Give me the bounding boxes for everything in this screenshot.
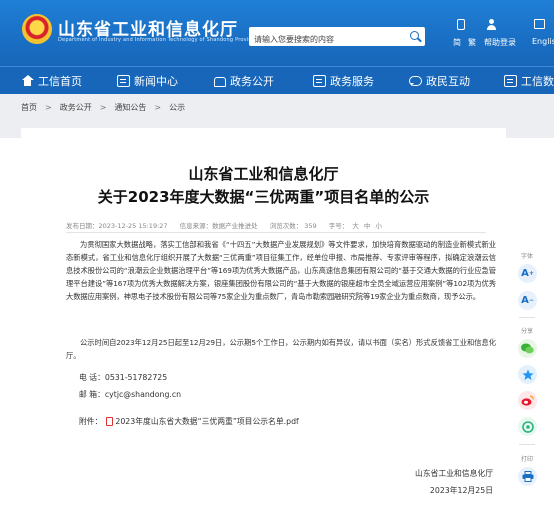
share-label: 分享: [520, 328, 533, 335]
nav-label: 政务公开: [230, 75, 274, 88]
font-size-small[interactable]: 小: [376, 222, 383, 230]
font-increase-button[interactable]: A +: [518, 264, 537, 283]
article-meta: 发布日期：2023-12-25 15:19:27 信息来源：数据产业推进处 浏览…: [66, 220, 392, 230]
font-size-label: 字号：: [328, 222, 349, 230]
breadcrumb-separator: >: [99, 103, 107, 112]
nav-news[interactable]: 新闻中心: [117, 67, 178, 95]
breadcrumb-separator: >: [154, 103, 162, 112]
font-decrease-icon: A: [521, 295, 529, 306]
weibo-share-button[interactable]: [518, 391, 537, 410]
qzone-share-button[interactable]: [518, 365, 537, 384]
print-label: 打印: [520, 456, 533, 463]
search-input[interactable]: [249, 30, 399, 49]
data-icon: [504, 75, 517, 87]
nav-label: 工信数: [521, 75, 554, 88]
pdf-icon: [106, 417, 114, 426]
nav-government-affairs[interactable]: 政务公开: [213, 67, 274, 95]
traditional-link[interactable]: 繁: [468, 37, 476, 48]
site-subtitle: Department of Industry and Information T…: [58, 37, 258, 43]
article-title-line2: 关于2023年度大数据“三优两重”项目名单的公示: [97, 188, 430, 206]
printer-icon: [522, 471, 533, 482]
site-header: 山东省工业和信息化厅 Department of Industry and In…: [0, 0, 554, 66]
nav-home[interactable]: 工信首页: [21, 67, 82, 95]
publish-date: 发布日期：2023-12-25 15:19:27: [66, 222, 168, 230]
article-paragraph: 公示时间自2023年12月25日起至12月29日，公示期5个工作日，公示期内如有…: [66, 338, 496, 360]
contact-phone: 电 话：0531-51782725: [79, 373, 168, 382]
mobile-icon[interactable]: [457, 19, 465, 30]
main-nav: 工信首页 新闻中心 政务公开 政务服务 政民互动 工信数: [0, 66, 554, 94]
font-size-medium[interactable]: 中: [364, 222, 371, 230]
affairs-icon: [213, 75, 226, 87]
font-decrease-button[interactable]: A −: [518, 291, 537, 310]
attachment-link[interactable]: 2023年度山东省大数据“三优两重”项目公示名单.pdf: [115, 416, 298, 427]
english-icon[interactable]: [534, 19, 545, 29]
news-icon: [117, 75, 130, 87]
top-links: 简 繁 帮助登录 English: [448, 15, 554, 55]
wechat-icon: [521, 343, 534, 354]
contact-email: 邮 箱：cytjc@shandong.cn: [79, 390, 182, 399]
signature-org: 山东省工业和信息化厅: [415, 469, 493, 478]
moments-icon: [521, 420, 534, 433]
nav-interaction[interactable]: 政民互动: [409, 67, 470, 95]
article-paragraph: 为贯彻国家大数据战略，落实工信部和我省《“十四五”大数据产业发展规划》等文件要求…: [66, 240, 496, 301]
info-source: 信息来源：数据产业推进处: [179, 222, 258, 230]
attachment: 附件： 2023年度山东省大数据“三优两重”项目公示名单.pdf: [79, 416, 299, 427]
breadcrumb-notices[interactable]: 通知公告: [114, 102, 146, 113]
qzone-icon: [521, 369, 534, 380]
breadcrumb: 首页 > 政务公开 > 通知公告 > 公示: [21, 102, 185, 113]
weibo-icon: [521, 395, 534, 406]
font-toolbar-label: 字体: [520, 253, 533, 260]
meta-divider: [66, 232, 486, 233]
print-button[interactable]: [518, 467, 537, 486]
article-container: 山东省工业和信息化厅 关于2023年度大数据“三优两重”项目名单的公示 发布日期…: [21, 128, 506, 506]
services-icon: [313, 75, 326, 87]
nav-data[interactable]: 工信数: [504, 67, 554, 95]
wechat-moments-share-button[interactable]: [518, 417, 537, 436]
font-increase-icon: A: [521, 268, 529, 279]
search-box: [249, 27, 425, 49]
nav-government-services[interactable]: 政务服务: [313, 67, 374, 95]
breadcrumb-publicity[interactable]: 公示: [169, 102, 185, 113]
wechat-share-button[interactable]: [518, 339, 537, 358]
nav-label: 新闻中心: [134, 75, 178, 88]
breadcrumb-government-affairs[interactable]: 政务公开: [60, 102, 92, 113]
breadcrumb-home[interactable]: 首页: [21, 102, 37, 113]
article-title-line1: 山东省工业和信息化厅: [188, 165, 339, 183]
nav-label: 政务服务: [330, 75, 374, 88]
chat-icon: [409, 75, 422, 87]
home-icon: [21, 75, 34, 87]
search-icon[interactable]: [409, 30, 422, 43]
attachment-label: 附件：: [79, 417, 103, 426]
view-count: 浏览次数： 359: [269, 222, 317, 230]
english-link[interactable]: English: [532, 37, 554, 46]
login-link[interactable]: 帮助登录: [484, 37, 516, 48]
national-emblem-icon: [22, 14, 52, 44]
toolbar-divider: [519, 444, 535, 445]
simplified-link[interactable]: 简: [453, 37, 461, 48]
nav-label: 工信首页: [38, 75, 82, 88]
user-icon[interactable]: [486, 19, 497, 30]
nav-label: 政民互动: [426, 75, 470, 88]
signature-date: 2023年12月25日: [429, 486, 493, 495]
breadcrumb-separator: >: [45, 103, 52, 112]
font-size-large[interactable]: 大: [352, 222, 359, 230]
toolbar-divider: [519, 317, 535, 318]
